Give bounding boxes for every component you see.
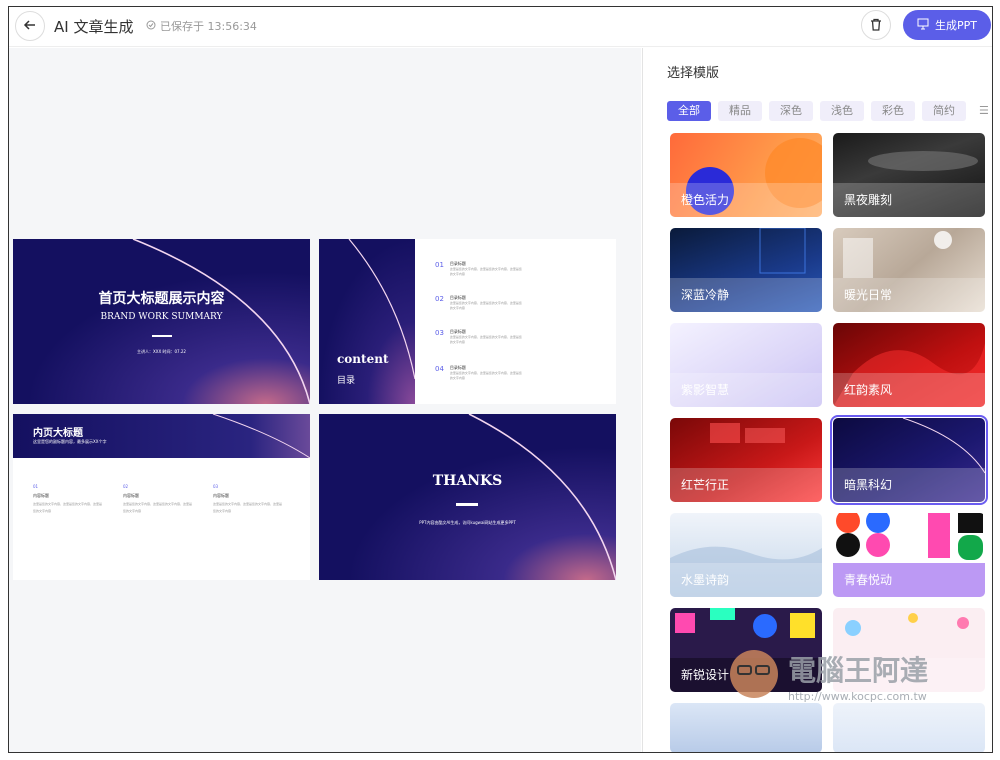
slide-toc[interactable]: content 目录 01 目录标题 这里是您的文字内容，这里是您的文字内容，这里… [319,239,616,404]
template-card[interactable]: 红芒行正 [670,418,822,502]
template-name: 深蓝冷静 [670,278,822,312]
back-button[interactable] [15,11,45,41]
toc-item-text: 的文字内容 [449,272,465,276]
inner-column-text: 这里是您的文字内容，这里是您的文字内容，这里是您的文字内容 [213,502,283,513]
template-card[interactable] [833,703,985,752]
end-divider [456,503,478,506]
slide-cover[interactable]: 首页大标题展示内容 BRAND WORK SUMMARY 主讲人：XXX 时间：… [13,239,310,404]
template-card[interactable]: 深蓝冷静 [670,228,822,312]
chip-all[interactable]: 全部 [667,101,711,121]
inner-columns: 01 内容标题 这里是您的文字内容，这里是您的文字内容，这里是您的文字内容 02… [33,484,303,515]
page-title: AI 文章生成 [54,18,134,36]
template-name: 水墨诗韵 [670,563,822,597]
inner-subtitle: 这里是您的副标题内容，最多展示XX个字 [33,439,107,444]
template-card-selected[interactable]: 暗黑科幻 [830,415,988,505]
chip-simple[interactable]: 简约 [922,101,966,121]
slide-preview-area: 首页大标题展示内容 BRAND WORK SUMMARY 主讲人：XXX 时间：… [9,48,641,752]
inner-column-text: 这里是您的文字内容，这里是您的文字内容，这里是您的文字内容 [123,502,193,513]
inner-column-number: 02 [123,484,129,489]
check-circle-icon [146,20,156,33]
toc-item-text: 的文字内容 [449,306,465,310]
top-bar: AI 文章生成 已保存于 13:56:34 生成PPT [9,7,992,47]
template-card[interactable]: 橙色活力 [670,133,822,217]
filter-chips: 全部 精品 深色 浅色 彩色 简约 [667,101,966,121]
delete-button[interactable] [861,10,891,40]
template-card[interactable]: 青春悦动 [833,513,985,597]
end-background [319,414,616,580]
cover-title: 首页大标题展示内容 [98,291,225,307]
slide-inner[interactable]: 内页大标题 这里是您的副标题内容，最多展示XX个字 01 内容标题 这里是您的文… [13,414,310,580]
inner-column-number: 03 [213,484,219,489]
template-card[interactable]: 红韵素风 [833,323,985,407]
inner-column-text: 这里是您的文字内容，这里是您的文字内容，这里是您的文字内容 [33,502,103,513]
toc-number: 03 [435,329,444,337]
generate-ppt-label: 生成PPT [935,19,977,32]
template-name: 暖光日常 [833,278,985,312]
template-panel-title: 选择模版 [667,66,720,81]
template-name: 青春悦动 [833,563,985,597]
inner-column-title: 内容标题 [213,493,229,498]
cover-subtitle: BRAND WORK SUMMARY [100,312,223,322]
toc-item-text: 的文字内容 [449,376,465,380]
template-name: 黑夜雕刻 [833,183,985,217]
slide-end[interactable]: THANKS PPT内容由酷文AI生成，访问kugwai网站生成更多PPT [319,414,616,580]
cover-divider [152,335,172,337]
toc-title: content [337,352,389,366]
trash-icon [870,16,882,35]
toc-subtitle: 目录 [337,376,356,386]
toc-item-text: 的文字内容 [449,340,465,344]
template-name: 橙色活力 [670,183,822,217]
toc-item: 04 目录标题 这里是您的文字内容，这里是您的文字内容，这里是您 的文字内容 [435,365,522,381]
inner-column: 03 内容标题 这里是您的文字内容，这里是您的文字内容，这里是您的文字内容 [213,484,283,515]
template-name: 紫影智慧 [670,373,822,407]
generate-ppt-button[interactable]: 生成PPT [903,10,991,40]
template-card[interactable]: 水墨诗韵 [670,513,822,597]
cover-meta: 主讲人：XXX 时间：07.22 [137,349,186,354]
toc-item: 02 目录标题 这里是您的文字内容，这里是您的文字内容，这里是您 的文字内容 [435,295,522,311]
arrow-left-icon [23,17,37,36]
toc-list: 01 目录标题 这里是您的文字内容，这里是您的文字内容，这里是您 的文字内容 02 … [435,261,605,401]
inner-column-title: 内容标题 [123,493,139,498]
toc-number: 04 [435,365,444,373]
end-subtitle: PPT内容由酷文AI生成，访问kugwai网站生成更多PPT [419,520,516,525]
svg-text:http://www.kocpc.com.tw: http://www.kocpc.com.tw [788,690,927,703]
toc-item: 03 目录标题 这里是您的文字内容，这里是您的文字内容，这里是您 的文字内容 [435,329,522,345]
inner-column: 01 内容标题 这里是您的文字内容，这里是您的文字内容，这里是您的文字内容 [33,484,103,515]
inner-column-number: 01 [33,484,39,489]
template-name: 暗黑科幻 [833,468,985,502]
toc-number: 02 [435,295,444,303]
watermark: 電腦王阿達 http://www.kocpc.com.tw [722,640,972,710]
template-card[interactable]: 紫影智慧 [670,323,822,407]
watermark-logo: 電腦王阿達 http://www.kocpc.com.tw [730,650,928,703]
template-card[interactable]: 黑夜雕刻 [833,133,985,217]
toc-number: 01 [435,261,444,269]
toc-background [319,239,415,404]
inner-column: 02 内容标题 这里是您的文字内容，这里是您的文字内容，这里是您的文字内容 [123,484,193,515]
save-status: 已保存于 13:56:34 [146,18,257,34]
chip-dark[interactable]: 深色 [769,101,813,121]
inner-title: 内页大标题 [33,428,83,439]
chip-premium[interactable]: 精品 [718,101,762,121]
template-card[interactable] [670,703,822,752]
template-name: 红韵素风 [833,373,985,407]
toc-item: 01 目录标题 这里是您的文字内容，这里是您的文字内容，这里是您 的文字内容 [435,261,522,277]
template-card[interactable]: 暖光日常 [833,228,985,312]
save-status-text: 已保存于 13:56:34 [160,20,257,33]
more-filters-icon[interactable]: ☰ [979,104,989,117]
end-title: THANKS [432,473,503,489]
inner-column-title: 内容标题 [33,493,49,498]
presentation-icon [917,18,929,33]
svg-text:電腦王阿達: 電腦王阿達 [788,654,928,687]
template-name: 红芒行正 [670,468,822,502]
chip-light[interactable]: 浅色 [820,101,864,121]
chip-color[interactable]: 彩色 [871,101,915,121]
